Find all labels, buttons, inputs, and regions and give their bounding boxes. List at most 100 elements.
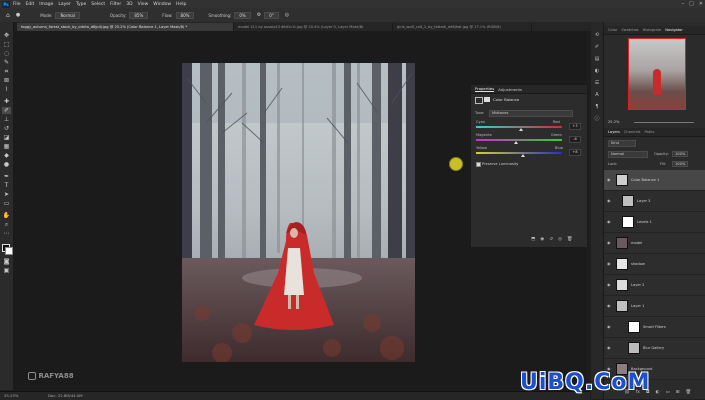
view-previous-icon[interactable]: ◉ — [540, 237, 544, 242]
layer-visibility-eye-icon[interactable]: ◉ — [607, 219, 612, 224]
quick-select-tool-icon[interactable]: ✎ — [2, 59, 11, 66]
layer-row[interactable]: ◉ Blur Gallery — [604, 338, 705, 359]
menu-help[interactable]: Help — [176, 2, 186, 7]
layer-opacity-field[interactable]: 100% — [672, 151, 689, 157]
frame-tool-icon[interactable]: ⊠ — [2, 77, 11, 84]
stamp-tool-icon[interactable]: ⊥ — [2, 116, 11, 123]
tab-navigator[interactable]: Navigator — [665, 28, 683, 32]
minimize-icon[interactable]: – — [682, 1, 685, 7]
libraries-icon[interactable]: ▤ — [593, 56, 601, 63]
mask-icon[interactable] — [484, 97, 490, 102]
more-tools-icon[interactable]: ⋯ — [2, 230, 11, 237]
layer-row[interactable]: ◉ Color Balance 1 — [604, 170, 705, 191]
layer-visibility-eye-icon[interactable]: ◉ — [607, 240, 612, 245]
cyan-red-knob[interactable] — [518, 128, 523, 131]
zoom-tool-icon[interactable]: ⌕ — [2, 221, 11, 228]
delete-icon[interactable]: 🗑 — [567, 237, 573, 242]
menu-file[interactable]: File — [13, 2, 21, 7]
menu-filter[interactable]: Filter — [110, 2, 121, 7]
layer-visibility-eye-icon[interactable]: ◉ — [607, 282, 612, 287]
dodge-tool-icon[interactable]: ● — [2, 161, 11, 168]
new-group-icon[interactable]: ▭ — [665, 390, 669, 395]
move-tool-icon[interactable]: ✥ — [2, 32, 11, 39]
tone-select[interactable]: Midtones — [489, 110, 573, 117]
magenta-green-slider[interactable] — [476, 139, 562, 141]
paragraph-icon[interactable]: ¶ — [593, 104, 601, 111]
tab-doc-3[interactable]: girls_wolf_colt_2_by_fattedi_dd6jhat.jpg… — [393, 23, 532, 31]
layer-visibility-eye-icon[interactable]: ◉ — [607, 303, 612, 308]
lasso-tool-icon[interactable]: ◌ — [2, 50, 11, 57]
pen-tool-icon[interactable]: ✒ — [2, 173, 11, 180]
tab-paths[interactable]: Paths — [645, 130, 655, 134]
hand-tool-icon[interactable]: ✋ — [2, 212, 11, 219]
marquee-tool-icon[interactable]: ⬚ — [2, 41, 11, 48]
blend-mode-select[interactable]: Normal — [608, 151, 648, 158]
home-icon[interactable]: ⌂ — [6, 12, 10, 19]
layer-row[interactable]: ◉ Smart Filters — [604, 317, 705, 338]
tab-doc-2[interactable]: model 211 by assaiu43 d6d1c1t.jpg @ 20.4… — [234, 23, 393, 31]
flow-field[interactable]: 80% — [175, 11, 195, 19]
shape-tool-icon[interactable]: ▭ — [2, 200, 11, 207]
layer-visibility-eye-icon[interactable]: ◉ — [607, 345, 612, 350]
layer-visibility-eye-icon[interactable]: ◉ — [607, 324, 612, 329]
path-select-icon[interactable]: ➤ — [2, 191, 11, 198]
gear-icon[interactable]: ⚙ — [257, 12, 261, 18]
magenta-green-knob[interactable] — [513, 141, 518, 144]
quick-mask-icon[interactable]: ◙ — [2, 258, 11, 265]
background-color-swatch[interactable] — [5, 247, 13, 255]
character-icon[interactable]: A — [593, 92, 601, 99]
gradient-tool-icon[interactable]: ▦ — [2, 143, 11, 150]
menu-image[interactable]: Image — [39, 2, 53, 7]
smoothing-field[interactable]: 0% — [234, 11, 251, 19]
navigator-zoom-slider[interactable] — [634, 122, 694, 123]
layer-row[interactable]: ◉ Layer 2 — [604, 275, 705, 296]
menu-edit[interactable]: Edit — [26, 2, 35, 7]
tab-properties[interactable]: Properties — [475, 86, 495, 92]
tab-doc-1[interactable]: foggy_autumn_forest_stock_by_orbita_d6jp… — [17, 23, 234, 31]
magenta-green-value[interactable]: -6 — [569, 136, 581, 143]
properties-icon[interactable]: ☰ — [593, 80, 601, 87]
blur-tool-icon[interactable]: ◆ — [2, 152, 11, 159]
menu-type[interactable]: Type — [76, 2, 86, 7]
yellow-blue-value[interactable]: +8 — [569, 149, 581, 156]
adjustments-icon[interactable]: ◐ — [593, 68, 601, 75]
fill-field[interactable]: 100% — [672, 161, 689, 167]
tab-histogram[interactable]: Histogram — [643, 28, 662, 32]
menu-view[interactable]: View — [138, 2, 149, 7]
new-layer-icon[interactable]: ⊞ — [676, 390, 680, 395]
tab-layers[interactable]: Layers — [608, 130, 620, 134]
clip-to-layer-icon[interactable]: ⬒ — [531, 237, 535, 242]
layer-visibility-eye-icon[interactable]: ◉ — [607, 261, 612, 266]
cyan-red-value[interactable]: +3 — [569, 123, 581, 130]
crop-tool-icon[interactable]: ⌗ — [2, 68, 11, 75]
eyedropper-tool-icon[interactable]: ⌇ — [2, 86, 11, 93]
layer-row[interactable]: ◉ Layer 1 — [604, 296, 705, 317]
menu-3d[interactable]: 3D — [126, 2, 132, 7]
navigator-thumbnail[interactable] — [628, 38, 686, 110]
layer-row[interactable]: ◉ Levels 1 — [604, 212, 705, 233]
brush-settings-icon[interactable]: ✐ — [593, 44, 601, 51]
brush-preset-icon[interactable]: ● — [16, 12, 20, 18]
type-tool-icon[interactable]: T — [2, 182, 11, 189]
layer-row[interactable]: ◉ Layer 3 — [604, 191, 705, 212]
delete-layer-icon[interactable]: 🗑 — [686, 390, 692, 395]
tab-swatches[interactable]: Swatches — [621, 28, 638, 32]
screen-mode-icon[interactable]: ▣ — [2, 267, 11, 274]
layer-row[interactable]: ◉ shadow — [604, 254, 705, 275]
layer-filter-kind[interactable]: Kind — [608, 140, 636, 147]
history-icon[interactable]: ⟲ — [593, 32, 601, 39]
opacity-field[interactable]: 85% — [129, 11, 149, 19]
eraser-tool-icon[interactable]: ◪ — [2, 134, 11, 141]
tab-adjustments[interactable]: Adjustments — [498, 87, 522, 92]
close-icon[interactable]: ✕ — [699, 1, 703, 7]
menu-select[interactable]: Select — [91, 2, 105, 7]
preserve-luminosity-checkbox[interactable] — [476, 162, 481, 167]
mode-select[interactable]: Normal — [55, 11, 80, 19]
history-brush-icon[interactable]: ↺ — [2, 125, 11, 132]
angle-field[interactable]: 0° — [264, 11, 279, 19]
menu-window[interactable]: Window — [153, 2, 171, 7]
visibility-icon[interactable]: ◎ — [558, 237, 562, 242]
layer-visibility-eye-icon[interactable]: ◉ — [607, 177, 612, 182]
yellow-blue-slider[interactable] — [476, 152, 562, 154]
tab-color[interactable]: Color — [608, 28, 617, 32]
